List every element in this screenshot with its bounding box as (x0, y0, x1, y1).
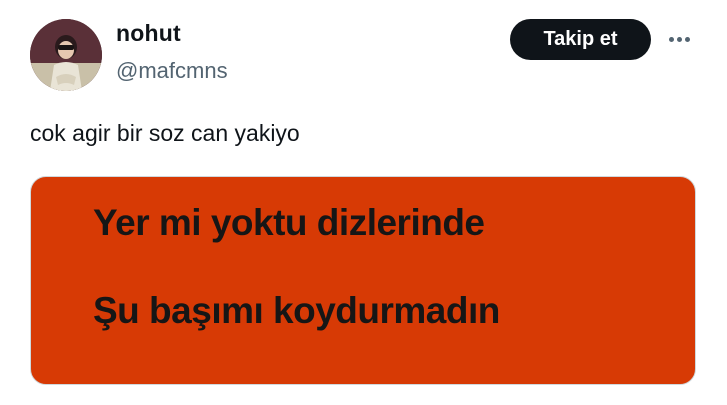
tweet-text: cok agir bir soz can yakiyo (30, 120, 300, 146)
avatar-photo-icon (30, 19, 102, 91)
tweet-media-image[interactable]: Yer mi yoktu dizlerinde Şu başımı koydur… (30, 176, 696, 385)
follow-button[interactable]: Takip et (510, 19, 651, 60)
media-lyric-line-1: Yer mi yoktu dizlerinde (93, 202, 485, 243)
more-horizontal-icon (668, 36, 674, 42)
media-lyric-line-2: Şu başımı koydurmadın (93, 290, 500, 331)
more-horizontal-icon (684, 36, 690, 42)
more-options-button[interactable] (664, 28, 694, 50)
avatar[interactable] (30, 19, 102, 91)
tweet-card: nohut @mafcmns Takip et cok agir bir soz… (0, 0, 727, 405)
more-horizontal-icon (676, 36, 682, 42)
display-name[interactable]: nohut (116, 20, 181, 47)
user-handle[interactable]: @mafcmns (116, 58, 228, 84)
